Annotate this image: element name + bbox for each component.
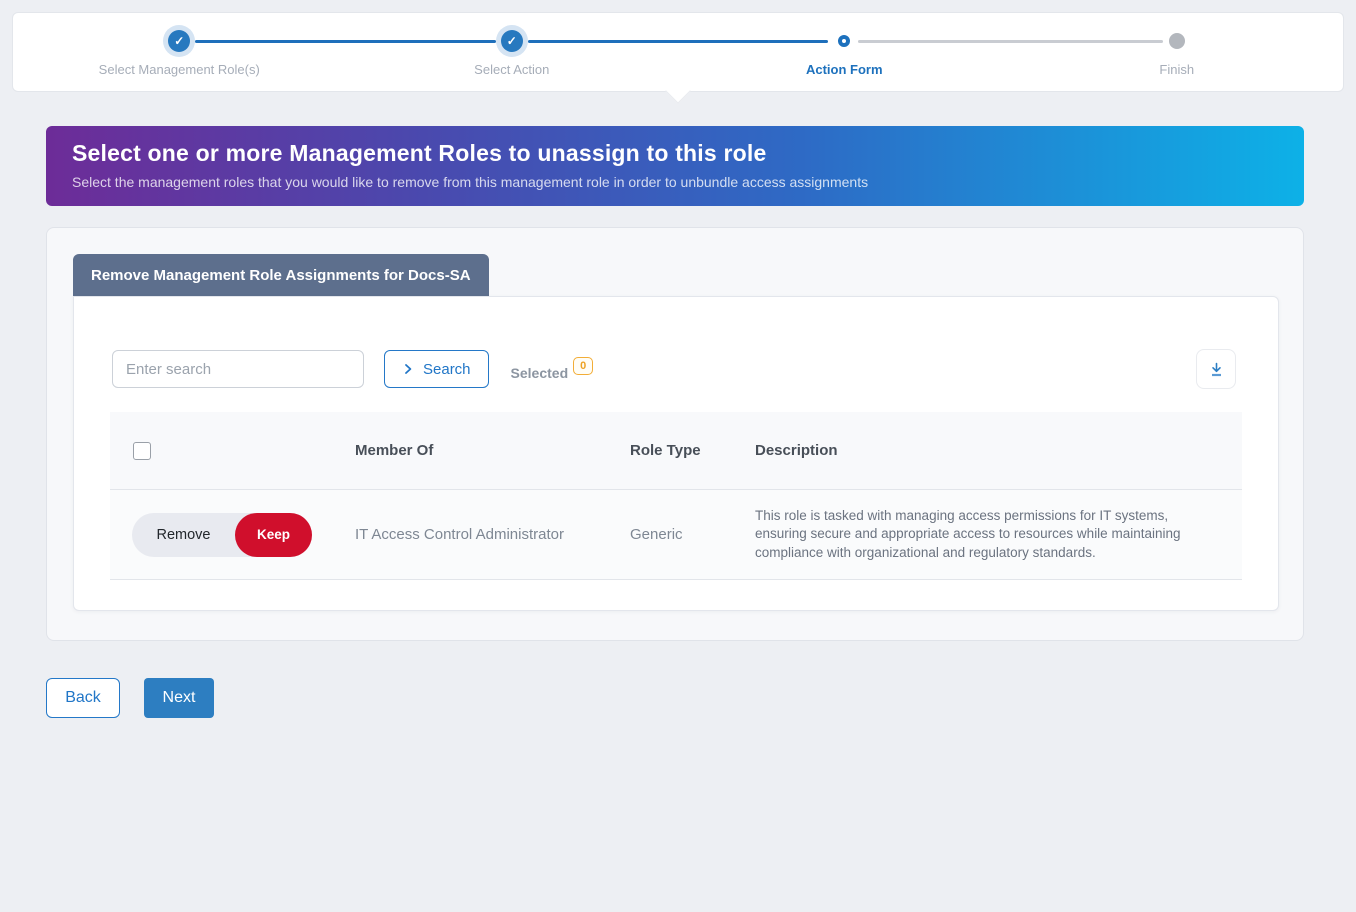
chevron-right-icon	[402, 363, 414, 375]
search-button[interactable]: Search	[384, 350, 489, 388]
search-button-label: Search	[423, 361, 471, 378]
toggle-keep-option[interactable]: Keep	[235, 513, 312, 557]
page-title: Select one or more Management Roles to u…	[72, 140, 1278, 167]
stepper-step-label: Select Management Role(s)	[99, 62, 260, 77]
download-icon	[1208, 361, 1225, 378]
remove-keep-toggle[interactable]: Remove Keep	[132, 513, 312, 557]
tab-remove-management-role-assignments[interactable]: Remove Management Role Assignments for D…	[73, 254, 489, 296]
search-input[interactable]	[112, 350, 364, 388]
selected-counter: Selected 0	[511, 357, 594, 381]
upcoming-step-dot-icon	[1169, 33, 1185, 49]
check-icon: ✓	[501, 30, 523, 52]
stepper-step-label: Action Form	[806, 62, 883, 77]
main-panel: Remove Management Role Assignments for D…	[46, 227, 1304, 641]
next-button[interactable]: Next	[144, 678, 214, 718]
page-header-banner: Select one or more Management Roles to u…	[46, 126, 1304, 206]
selected-label: Selected	[511, 365, 569, 381]
column-header-role-type: Role Type	[630, 442, 755, 459]
table-header-row: Member Of Role Type Description	[110, 412, 1242, 490]
download-button[interactable]	[1196, 349, 1236, 389]
toolbar: Search Selected 0	[112, 349, 1236, 389]
stepper-step-label: Finish	[1159, 62, 1194, 77]
wizard-footer: Back Next	[46, 678, 214, 718]
column-header-member-of: Member Of	[355, 442, 630, 459]
check-icon: ✓	[168, 30, 190, 52]
back-button[interactable]: Back	[46, 678, 120, 718]
assignments-table: Member Of Role Type Description Remove K…	[110, 412, 1242, 580]
member-of-value: IT Access Control Administrator	[355, 526, 630, 543]
stepper-step-select-management-roles[interactable]: ✓ Select Management Role(s)	[13, 13, 346, 91]
page-subtitle: Select the management roles that you wou…	[72, 174, 1278, 190]
stepper-step-action-form[interactable]: Action Form	[678, 13, 1011, 91]
assignments-card: Search Selected 0 Mem	[73, 296, 1279, 611]
stepper-step-label: Select Action	[474, 62, 549, 77]
column-header-description: Description	[755, 442, 1242, 459]
stepper-card: ✓ Select Management Role(s) ✓ Select Act…	[12, 12, 1344, 92]
toggle-remove-option[interactable]: Remove	[132, 527, 235, 543]
selected-count-badge: 0	[573, 357, 593, 375]
active-step-dot-icon	[838, 35, 850, 47]
description-value: This role is tasked with managing access…	[755, 507, 1242, 562]
select-all-checkbox[interactable]	[133, 442, 151, 460]
role-type-value: Generic	[630, 526, 755, 543]
stepper-step-finish[interactable]: Finish	[1011, 13, 1344, 91]
stepper-step-select-action[interactable]: ✓ Select Action	[346, 13, 679, 91]
table-row: Remove Keep IT Access Control Administra…	[110, 490, 1242, 580]
